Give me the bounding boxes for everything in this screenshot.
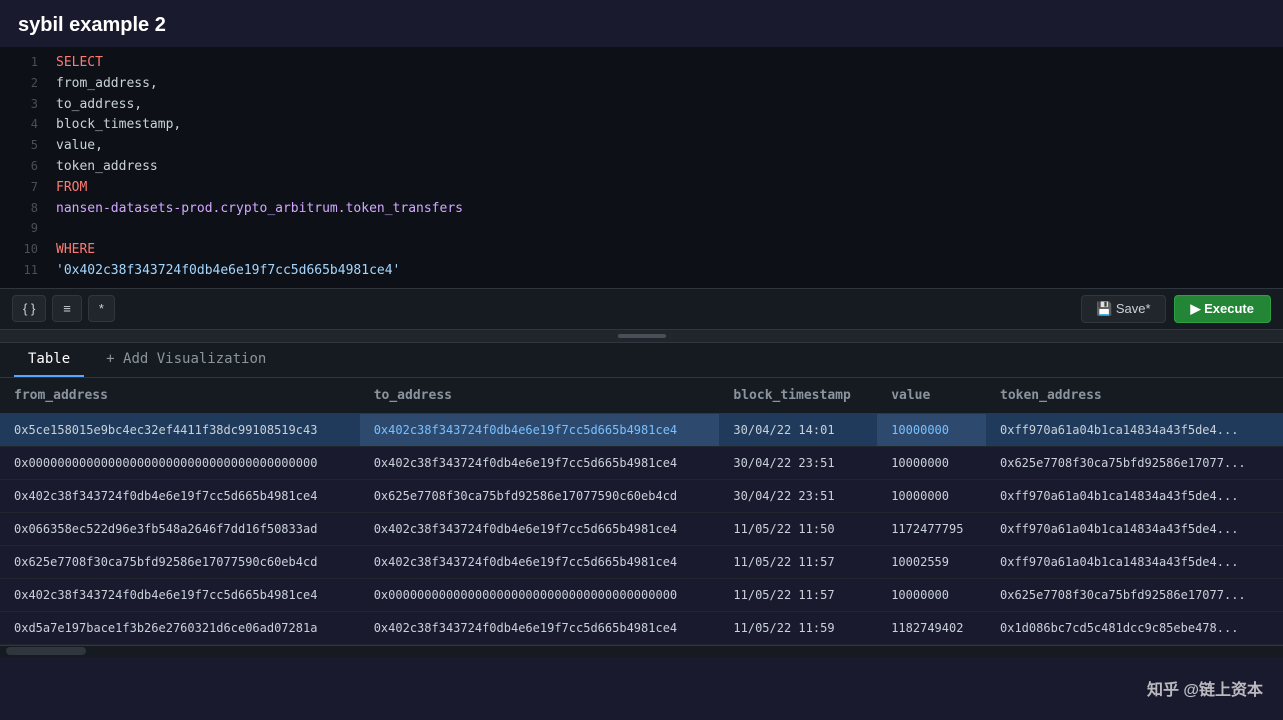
cell-value: 10002559 (877, 545, 986, 578)
code-line: 8 nansen-datasets-prod.crypto_arbitrum.t… (0, 199, 1283, 220)
cell-block_timestamp: 11/05/22 11:57 (719, 578, 877, 611)
cell-token_address: 0xff970a61a04b1ca14834a43f5de4... (986, 512, 1283, 545)
cell-value: 1182749402 (877, 611, 986, 644)
bottom-scrollbar[interactable] (0, 645, 1283, 657)
cell-to_address: 0x625e7708f30ca75bfd92586e17077590c60eb4… (360, 479, 720, 512)
line-number: 11 (10, 261, 38, 280)
code-text: value, (56, 136, 103, 157)
execute-button[interactable]: ▶ Execute (1174, 295, 1271, 323)
cell-to_address: 0x402c38f343724f0db4e6e19f7cc5d665b4981c… (360, 512, 720, 545)
line-number: 4 (10, 115, 38, 134)
code-line: 4 block_timestamp, (0, 115, 1283, 136)
line-number: 8 (10, 199, 38, 218)
cell-token_address: 0xff970a61a04b1ca14834a43f5de4... (986, 413, 1283, 446)
watermark: 知乎 @链上资本 (1147, 676, 1263, 700)
code-line: 2 from_address, (0, 74, 1283, 95)
code-text: '0x402c38f343724f0db4e6e19f7cc5d665b4981… (56, 261, 400, 282)
save-button[interactable]: 💾 Save* (1081, 295, 1166, 323)
code-text: FROM (56, 178, 87, 199)
cell-token_address: 0x625e7708f30ca75bfd92586e17077... (986, 578, 1283, 611)
results-table: from_addressto_addressblock_timestampval… (0, 378, 1283, 645)
cell-value: 10000000 (877, 446, 986, 479)
code-line: 5 value, (0, 136, 1283, 157)
cell-block_timestamp: 30/04/22 23:51 (719, 479, 877, 512)
table-row: 0x5ce158015e9bc4ec32ef4411f38dc99108519c… (0, 413, 1283, 446)
code-line: 7 FROM (0, 178, 1283, 199)
table-row: 0xd5a7e197bace1f3b26e2760321d6ce06ad0728… (0, 611, 1283, 644)
code-editor: 1SELECT2 from_address,3 to_address,4 blo… (0, 47, 1283, 289)
cell-value: 10000000 (877, 578, 986, 611)
cell-from_address: 0x00000000000000000000000000000000000000… (0, 446, 360, 479)
cell-to_address: 0x402c38f343724f0db4e6e19f7cc5d665b4981c… (360, 545, 720, 578)
cell-to_address: 0x402c38f343724f0db4e6e19f7cc5d665b4981c… (360, 446, 720, 479)
code-line: 11 '0x402c38f343724f0db4e6e19f7cc5d665b4… (0, 261, 1283, 282)
cell-from_address: 0x402c38f343724f0db4e6e19f7cc5d665b4981c… (0, 479, 360, 512)
cell-from_address: 0x066358ec522d96e3fb548a2646f7dd16f50833… (0, 512, 360, 545)
line-number: 9 (10, 219, 38, 238)
cell-block_timestamp: 11/05/22 11:59 (719, 611, 877, 644)
cell-block_timestamp: 11/05/22 11:57 (719, 545, 877, 578)
line-number: 10 (10, 240, 38, 259)
code-text: from_address, (56, 74, 158, 95)
table-wrapper[interactable]: from_addressto_addressblock_timestampval… (0, 378, 1283, 645)
tabs-row: Table+ Add Visualization (0, 343, 1283, 378)
code-text: block_timestamp, (56, 115, 181, 136)
table-row: 0x00000000000000000000000000000000000000… (0, 446, 1283, 479)
cell-block_timestamp: 11/05/22 11:50 (719, 512, 877, 545)
format-json-button[interactable]: { } (12, 295, 46, 322)
column-header-value: value (877, 378, 986, 414)
cell-to_address: 0x00000000000000000000000000000000000000… (360, 578, 720, 611)
line-number: 7 (10, 178, 38, 197)
cell-token_address: 0x625e7708f30ca75bfd92586e17077... (986, 446, 1283, 479)
table-row: 0x625e7708f30ca75bfd92586e17077590c60eb4… (0, 545, 1283, 578)
cell-token_address: 0x1d086bc7cd5c481dcc9c85ebe478... (986, 611, 1283, 644)
cell-value: 1172477795 (877, 512, 986, 545)
line-number: 3 (10, 95, 38, 114)
column-header-block_timestamp: block_timestamp (719, 378, 877, 414)
format-table-button[interactable]: ≡ (52, 295, 82, 322)
code-line: 6 token_address (0, 157, 1283, 178)
code-line: 1 SELECT (0, 53, 1283, 74)
line-number: 5 (10, 136, 38, 155)
code-text: to_address, (56, 95, 142, 116)
cell-value: 10000000 (877, 413, 986, 446)
column-header-token_address: token_address (986, 378, 1283, 414)
code-text (56, 219, 64, 240)
line-number: 2 (10, 74, 38, 93)
cell-to_address: 0x402c38f343724f0db4e6e19f7cc5d665b4981c… (360, 413, 720, 446)
tab-add-visualization[interactable]: + Add Visualization (92, 343, 280, 377)
cell-token_address: 0xff970a61a04b1ca14834a43f5de4... (986, 545, 1283, 578)
cell-block_timestamp: 30/04/22 14:01 (719, 413, 877, 446)
code-text: nansen-datasets-prod.crypto_arbitrum.tok… (56, 199, 463, 220)
line-number: 6 (10, 157, 38, 176)
cell-from_address: 0x5ce158015e9bc4ec32ef4411f38dc99108519c… (0, 413, 360, 446)
tab-table[interactable]: Table (14, 343, 84, 377)
code-text: WHERE (56, 240, 95, 261)
code-line: 9 (0, 219, 1283, 240)
toolbar: { } ≡ * 💾 Save* ▶ Execute (0, 289, 1283, 330)
column-header-from_address: from_address (0, 378, 360, 414)
page-title: sybil example 2 (0, 0, 1283, 47)
table-row: 0x402c38f343724f0db4e6e19f7cc5d665b4981c… (0, 578, 1283, 611)
cell-value: 10000000 (877, 479, 986, 512)
code-line: 10 WHERE (0, 240, 1283, 261)
column-header-to_address: to_address (360, 378, 720, 414)
cell-from_address: 0x625e7708f30ca75bfd92586e17077590c60eb4… (0, 545, 360, 578)
cell-from_address: 0x402c38f343724f0db4e6e19f7cc5d665b4981c… (0, 578, 360, 611)
cell-token_address: 0xff970a61a04b1ca14834a43f5de4... (986, 479, 1283, 512)
drag-handle[interactable] (0, 330, 1283, 343)
code-text: token_address (56, 157, 158, 178)
format-asterisk-button[interactable]: * (88, 295, 115, 322)
cell-from_address: 0xd5a7e197bace1f3b26e2760321d6ce06ad0728… (0, 611, 360, 644)
line-number: 1 (10, 53, 38, 72)
code-text: SELECT (56, 53, 103, 74)
table-row: 0x402c38f343724f0db4e6e19f7cc5d665b4981c… (0, 479, 1283, 512)
table-row: 0x066358ec522d96e3fb548a2646f7dd16f50833… (0, 512, 1283, 545)
cell-block_timestamp: 30/04/22 23:51 (719, 446, 877, 479)
cell-to_address: 0x402c38f343724f0db4e6e19f7cc5d665b4981c… (360, 611, 720, 644)
code-line: 3 to_address, (0, 95, 1283, 116)
